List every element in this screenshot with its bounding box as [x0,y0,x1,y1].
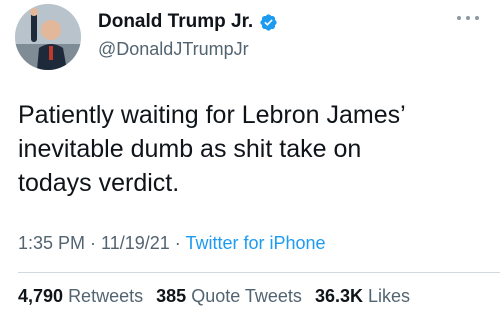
avatar[interactable] [15,4,81,70]
retweets-label: Retweets [68,286,144,306]
retweets-count: 4,790 [18,286,64,306]
tweet-meta: 1:35 PM · 11/19/21 · Twitter for iPhone [18,233,326,254]
divider [18,272,500,273]
author-display-name[interactable]: Donald Trump Jr. [98,11,253,33]
retweets-stat[interactable]: 4,790 Retweets [18,286,143,306]
tweet-text: Patiently waiting for Lebron James’ inev… [18,98,478,200]
meta-separator: · [85,233,102,253]
tweet-line: inevitable dumb as shit take on [18,135,362,163]
quote-tweets-stat[interactable]: 385 Quote Tweets [156,286,302,306]
tweet-time[interactable]: 1:35 PM [18,233,85,253]
quotes-count: 385 [156,286,187,306]
likes-count: 36.3K [314,286,363,306]
tweet-source-link[interactable]: Twitter for iPhone [185,233,325,253]
author-name-row[interactable]: Donald Trump Jr. [98,11,278,33]
tweet-line: todays verdict. [18,169,180,197]
tweet-line: Patiently waiting for Lebron James’ [18,101,406,129]
meta-separator: · [169,233,186,253]
likes-label: Likes [368,286,411,306]
tweet-stats: 4,790 Retweets 385 Quote Tweets 36.3K Li… [18,286,418,307]
quotes-label: Quote Tweets [191,286,302,306]
author-handle[interactable]: @DonaldJTrumpJr [98,39,249,60]
verified-badge-icon [260,13,277,31]
likes-stat[interactable]: 36.3K Likes [315,286,410,306]
tweet-date[interactable]: 11/19/21 [101,233,170,253]
more-icon[interactable] [455,12,481,24]
avatar-image [15,4,81,70]
